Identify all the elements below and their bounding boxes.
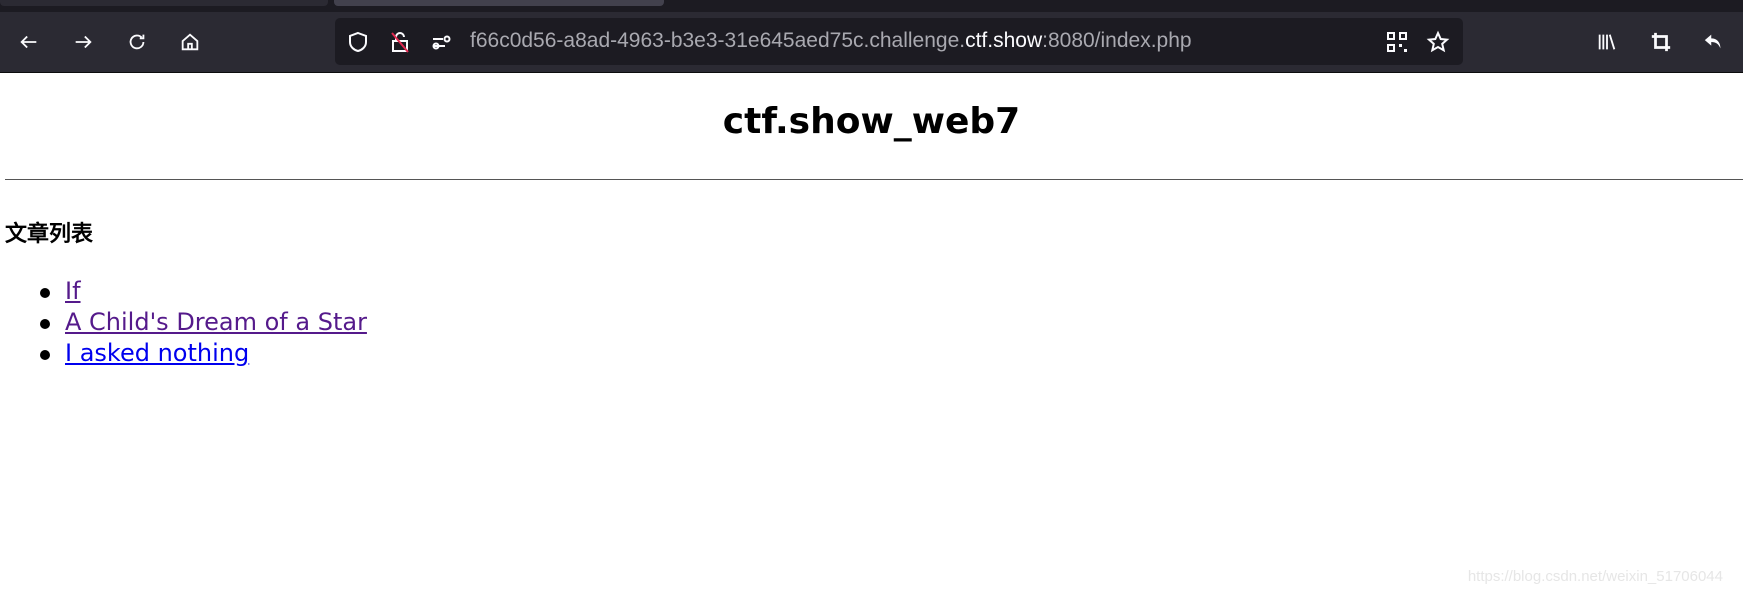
home-button[interactable]	[176, 28, 204, 56]
permissions-button[interactable]	[430, 30, 454, 54]
undo-button[interactable]	[1700, 28, 1728, 56]
shield-icon	[349, 31, 367, 53]
divider	[5, 179, 1743, 180]
article-link[interactable]: I asked nothing	[65, 339, 249, 367]
home-icon	[181, 33, 199, 51]
url-prefix: f66c0d56-a8ad-4963-b3e3-31e645aed75c.cha…	[470, 29, 966, 52]
site-security-button[interactable]	[388, 30, 412, 54]
library-button[interactable]	[1593, 28, 1621, 56]
article-link[interactable]: A Child's Dream of a Star	[65, 308, 367, 336]
star-icon	[1426, 30, 1450, 53]
back-button[interactable]	[15, 28, 43, 56]
tab-active[interactable]	[334, 0, 664, 6]
undo-icon	[1704, 34, 1721, 49]
tab-strip	[0, 0, 1743, 12]
insecure-lock-icon	[391, 32, 409, 53]
url-suffix: :8080/index.php	[1042, 29, 1192, 52]
list-item: I asked nothing	[40, 338, 367, 369]
bullet	[40, 288, 50, 298]
browser-toolbar: f66c0d56-a8ad-4963-b3e3-31e645aed75c.cha…	[0, 12, 1743, 73]
list-item: A Child's Dream of a Star	[40, 307, 367, 338]
bullet	[40, 350, 50, 360]
screenshot-button[interactable]	[1647, 28, 1675, 56]
qr-code-button[interactable]	[1385, 30, 1409, 54]
arrow-right-icon	[75, 35, 92, 49]
article-list: If A Child's Dream of a Star I asked not…	[40, 276, 367, 369]
arrow-left-icon	[20, 35, 37, 49]
forward-button[interactable]	[69, 28, 97, 56]
section-heading: 文章列表	[5, 222, 94, 247]
url-host: ctf.show	[965, 29, 1043, 52]
url-bar[interactable]: f66c0d56-a8ad-4963-b3e3-31e645aed75c.cha…	[335, 18, 1463, 65]
tracking-protection-button[interactable]	[346, 30, 370, 54]
library-icon	[1598, 34, 1616, 50]
bookmark-button[interactable]	[1426, 30, 1450, 54]
reload-icon	[129, 34, 145, 50]
tab-inactive[interactable]	[0, 0, 328, 6]
article-link[interactable]: If	[65, 277, 81, 305]
crop-icon	[1651, 32, 1671, 52]
list-item: If	[40, 276, 367, 307]
page-title: ctf.show_web7	[722, 101, 1021, 142]
qr-code-icon	[1387, 32, 1407, 52]
reload-button[interactable]	[123, 28, 151, 56]
permissions-icon	[432, 35, 451, 50]
watermark: https://blog.csdn.net/weixin_51706044	[1467, 568, 1723, 585]
bullet	[40, 319, 50, 329]
url-text[interactable]: f66c0d56-a8ad-4963-b3e3-31e645aed75c.cha…	[470, 27, 1192, 55]
